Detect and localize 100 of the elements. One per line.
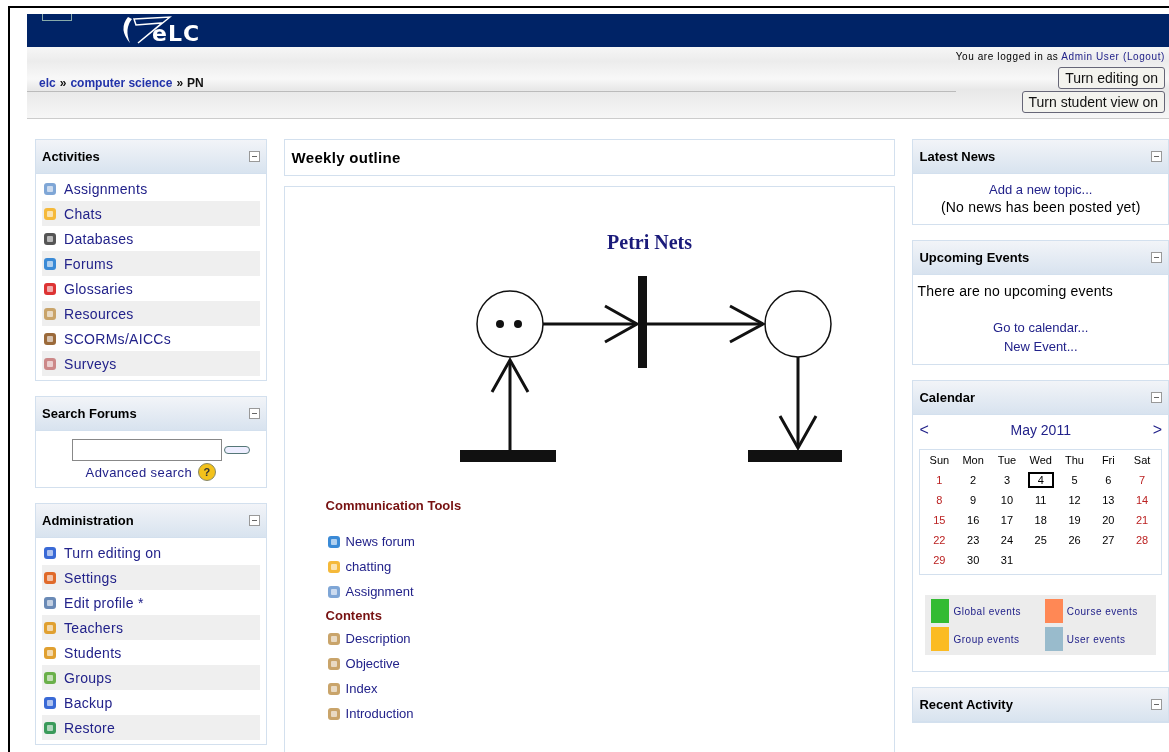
activity-link[interactable]: Databases	[64, 230, 134, 247]
month-title[interactable]: May 2011	[1010, 422, 1071, 438]
collapse-icon[interactable]	[1151, 392, 1162, 403]
admin-icon	[42, 544, 58, 561]
calendar-day[interactable]: 8	[926, 492, 953, 508]
admin-link[interactable]: Turn editing on	[64, 544, 162, 561]
resource-link[interactable]: Introduction	[345, 706, 414, 721]
calendar-day[interactable]: 12	[1061, 492, 1088, 508]
activity-link[interactable]: Chats	[64, 205, 103, 222]
weekday-label: Sat	[1132, 454, 1152, 468]
activity-link[interactable]: Forums	[64, 255, 114, 272]
calendar-day[interactable]: 14	[1129, 492, 1156, 508]
calendar-day[interactable]: 9	[960, 492, 987, 508]
activity-link[interactable]: Surveys	[64, 355, 117, 372]
section-title: Communication Tools	[325, 496, 463, 515]
activity-link[interactable]: Assignments	[64, 180, 148, 197]
calendar-day[interactable]: 4	[1027, 472, 1054, 488]
activity-link[interactable]: Glossaries	[64, 280, 134, 297]
section-title: Contents	[325, 606, 383, 625]
resource-link[interactable]: chatting	[345, 559, 392, 574]
calendar-day[interactable]: 20	[1095, 512, 1122, 528]
help-icon[interactable]: ?	[198, 463, 216, 481]
legend-link[interactable]: Course events	[1066, 604, 1138, 618]
admin-link[interactable]: Teachers	[64, 619, 124, 636]
search-field[interactable]	[71, 439, 222, 461]
legend-link[interactable]: Group events	[953, 632, 1020, 646]
resource-icon	[325, 630, 342, 647]
previous-month-link[interactable]: <	[919, 421, 929, 439]
activity-icon	[42, 230, 58, 247]
nav-button[interactable]: Turn student view on	[1021, 91, 1165, 113]
nav-button[interactable]: Turn editing on	[1058, 67, 1165, 89]
collapse-icon[interactable]	[248, 408, 260, 419]
calendar-day[interactable]: 18	[1027, 512, 1054, 528]
admin-link[interactable]: Restore	[64, 719, 116, 736]
calendar-day[interactable]: 19	[1061, 512, 1088, 528]
calendar-link[interactable]: New Event...	[1003, 339, 1078, 354]
collapse-icon[interactable]	[1151, 151, 1162, 162]
calendar-day[interactable]: 17	[993, 512, 1020, 528]
calendar-link[interactable]: Go to calendar...	[993, 320, 1089, 335]
outline-title: Weekly outline	[291, 149, 401, 166]
legend-link[interactable]: User events	[1066, 632, 1126, 646]
calendar-day[interactable]: 25	[1027, 532, 1054, 548]
add-topic-link[interactable]: Add a new topic...	[989, 182, 1093, 197]
admin-link[interactable]: Students	[64, 644, 122, 661]
admin-link[interactable]: Backup	[64, 694, 113, 711]
calendar-day[interactable]: 23	[960, 532, 987, 548]
calendar-day[interactable]: 31	[993, 552, 1020, 568]
breadcrumb-current: PN	[187, 76, 204, 90]
calendar-day[interactable]: 7	[1129, 472, 1156, 488]
search-button[interactable]	[223, 446, 250, 454]
collapse-icon[interactable]	[1151, 252, 1162, 263]
breadcrumb-link[interactable]: computer science	[70, 76, 173, 90]
calendar-day[interactable]: 26	[1061, 532, 1088, 548]
weekday-label: Sun	[928, 454, 951, 468]
calendar-day[interactable]: 21	[1129, 512, 1156, 528]
calendar-day[interactable]: 11	[1027, 492, 1054, 508]
calendar-day[interactable]: 24	[993, 532, 1020, 548]
admin-icon	[42, 569, 58, 586]
calendar-day[interactable]: 3	[993, 472, 1020, 488]
admin-icon	[42, 719, 58, 736]
next-month-link[interactable]: >	[1152, 421, 1162, 439]
calendar-day[interactable]: 30	[960, 552, 987, 568]
logout-link[interactable]: (Logout)	[1122, 51, 1165, 62]
collapse-icon[interactable]	[248, 151, 260, 162]
activity-link[interactable]: SCORMs/AICCs	[64, 330, 172, 347]
calendar-day[interactable]: 1	[926, 472, 953, 488]
calendar-day[interactable]: 16	[960, 512, 987, 528]
activity-icon	[42, 255, 58, 272]
resource-link[interactable]: Index	[345, 681, 378, 696]
calendar-day[interactable]: 28	[1129, 532, 1156, 548]
collapse-icon[interactable]	[1151, 699, 1162, 710]
calendar-day[interactable]: 22	[926, 532, 953, 548]
calendar-day[interactable]: 2	[960, 472, 987, 488]
calendar-day[interactable]: 10	[993, 492, 1020, 508]
user-link[interactable]: Admin User	[1061, 51, 1120, 62]
weekday-label: Wed	[1028, 454, 1053, 468]
calendar-day[interactable]: 6	[1095, 472, 1122, 488]
calendar-day[interactable]: 15	[926, 512, 953, 528]
calendar-day[interactable]: 29	[926, 552, 953, 568]
resource-link[interactable]: Objective	[345, 656, 400, 671]
collapse-icon[interactable]	[248, 515, 260, 526]
resource-link[interactable]: Assignment	[345, 584, 414, 599]
admin-link[interactable]: Edit profile *	[64, 594, 144, 611]
admin-icon	[42, 669, 58, 686]
calendar-day[interactable]: 27	[1095, 532, 1122, 548]
resource-link[interactable]: News forum	[345, 534, 415, 549]
calendar-day[interactable]: 13	[1095, 492, 1122, 508]
legend-link[interactable]: Global events	[953, 604, 1022, 618]
resource-icon	[325, 583, 342, 600]
advanced-search-link[interactable]: Advanced search	[85, 464, 192, 480]
admin-icon	[42, 694, 58, 711]
resource-icon	[325, 705, 342, 722]
calendar-day[interactable]: 5	[1061, 472, 1088, 488]
breadcrumb-link[interactable]: elc	[39, 76, 56, 90]
admin-link[interactable]: Groups	[64, 669, 112, 686]
resource-link[interactable]: Description	[345, 631, 411, 646]
weekday-label: Mon	[961, 454, 985, 468]
admin-icon	[42, 619, 58, 636]
admin-link[interactable]: Settings	[64, 569, 117, 586]
admin-icon	[42, 644, 58, 661]
